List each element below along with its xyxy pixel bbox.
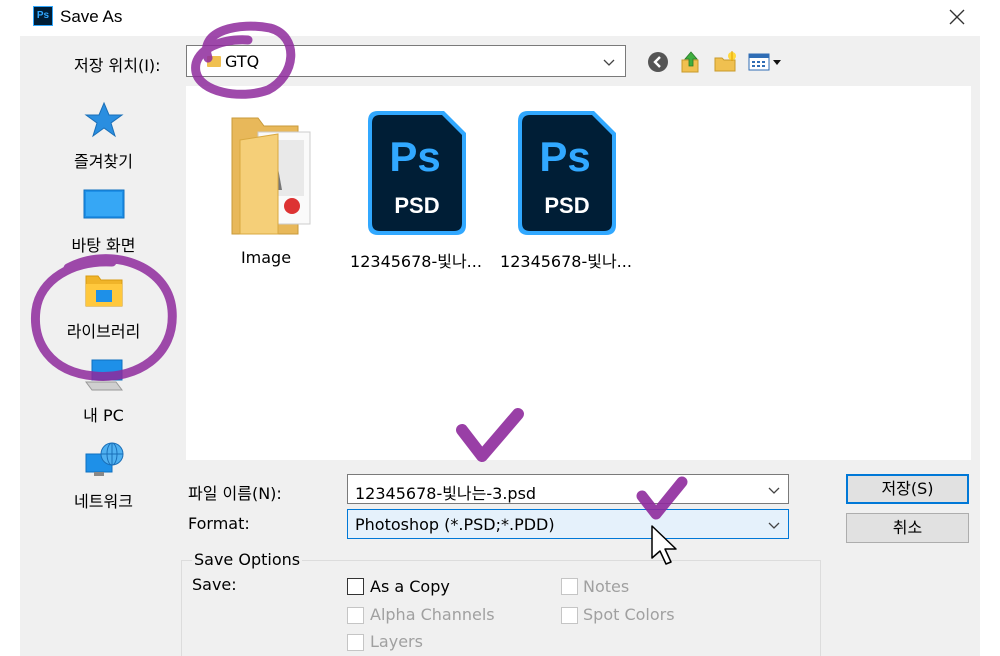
notes-label: Notes — [583, 577, 630, 596]
cancel-button[interactable]: 취소 — [846, 513, 969, 543]
file-name: 12345678-빛나... — [500, 252, 632, 271]
place-this-pc[interactable]: 내 PC — [31, 358, 176, 426]
place-label: 네트워크 — [74, 492, 133, 511]
save-button[interactable]: 저장(S) — [846, 474, 969, 504]
view-menu-icon[interactable] — [746, 50, 786, 74]
psd-badge-bottom: PSD — [544, 193, 589, 218]
place-label: 즐겨찾기 — [74, 152, 133, 171]
place-library[interactable]: 라이브러리 — [31, 270, 176, 342]
pc-icon — [84, 359, 123, 391]
chevron-down-icon[interactable] — [601, 54, 617, 70]
notes-checkbox[interactable] — [561, 578, 578, 595]
network-icon — [85, 442, 123, 476]
filename-label: 파일 이름(N): — [188, 484, 282, 503]
desktop-icon — [83, 189, 124, 219]
alpha-channels-checkbox[interactable] — [347, 607, 364, 624]
file-list-view: Image Ps PSD 12345678-빛나... Ps PSD 12345… — [186, 86, 971, 460]
place-label: 라이브러리 — [66, 322, 141, 341]
photoshop-app-icon: Ps — [33, 6, 53, 26]
format-value: Photoshop (*.PSD;*.PDD) — [355, 515, 555, 534]
place-label: 바탕 화면 — [71, 236, 136, 255]
chevron-down-icon[interactable] — [766, 517, 782, 533]
psd-badge-top: Ps — [539, 133, 590, 180]
layers-label: Layers — [370, 632, 423, 651]
as-a-copy-label: As a Copy — [370, 577, 450, 596]
folder-icon — [231, 117, 311, 235]
save-location-value: GTQ — [225, 52, 260, 71]
star-icon — [83, 101, 124, 138]
filename-value: 12345678-빛나는-3.psd — [355, 484, 537, 503]
save-options-group — [181, 560, 821, 656]
place-favorites[interactable]: 즐겨찾기 — [31, 100, 176, 172]
folder-icon — [207, 56, 221, 67]
file-name: 12345678-빛나... — [350, 252, 482, 271]
up-folder-icon[interactable] — [679, 50, 703, 74]
alpha-channels-label: Alpha Channels — [370, 605, 495, 624]
place-desktop[interactable]: 바탕 화면 — [31, 188, 176, 256]
spot-colors-label: Spot Colors — [583, 605, 675, 624]
file-name: Image — [240, 248, 292, 267]
filename-input[interactable]: 12345678-빛나는-3.psd — [347, 474, 789, 504]
psd-file-icon: Ps PSD — [368, 111, 466, 235]
place-network[interactable]: 네트워크 — [31, 440, 176, 512]
psd-file-icon: Ps PSD — [518, 111, 616, 235]
mouse-cursor-icon — [651, 525, 677, 565]
close-icon[interactable] — [942, 2, 972, 32]
save-location-dropdown[interactable]: GTQ — [186, 45, 626, 77]
psd-badge-bottom: PSD — [394, 193, 439, 218]
save-label: Save: — [192, 575, 237, 594]
chevron-down-icon[interactable] — [766, 482, 782, 498]
format-label: Format: — [188, 514, 250, 533]
psd-badge-top: Ps — [389, 133, 440, 180]
save-location-label: 저장 위치(I): — [74, 56, 161, 75]
save-options-title: Save Options — [192, 550, 303, 569]
window-title: Save As — [60, 7, 123, 26]
library-icon — [85, 275, 122, 307]
new-folder-icon[interactable] — [713, 50, 737, 74]
back-icon[interactable] — [646, 50, 670, 74]
title-bar: Ps Save As — [0, 0, 1000, 36]
format-dropdown[interactable]: Photoshop (*.PSD;*.PDD) — [347, 509, 789, 539]
place-label: 내 PC — [83, 406, 124, 425]
layers-checkbox[interactable] — [347, 634, 364, 651]
as-a-copy-checkbox[interactable] — [347, 578, 364, 595]
spot-colors-checkbox[interactable] — [561, 607, 578, 624]
places-sidebar: 즐겨찾기 바탕 화면 라이브러리 내 PC 네트워크 — [31, 86, 176, 544]
